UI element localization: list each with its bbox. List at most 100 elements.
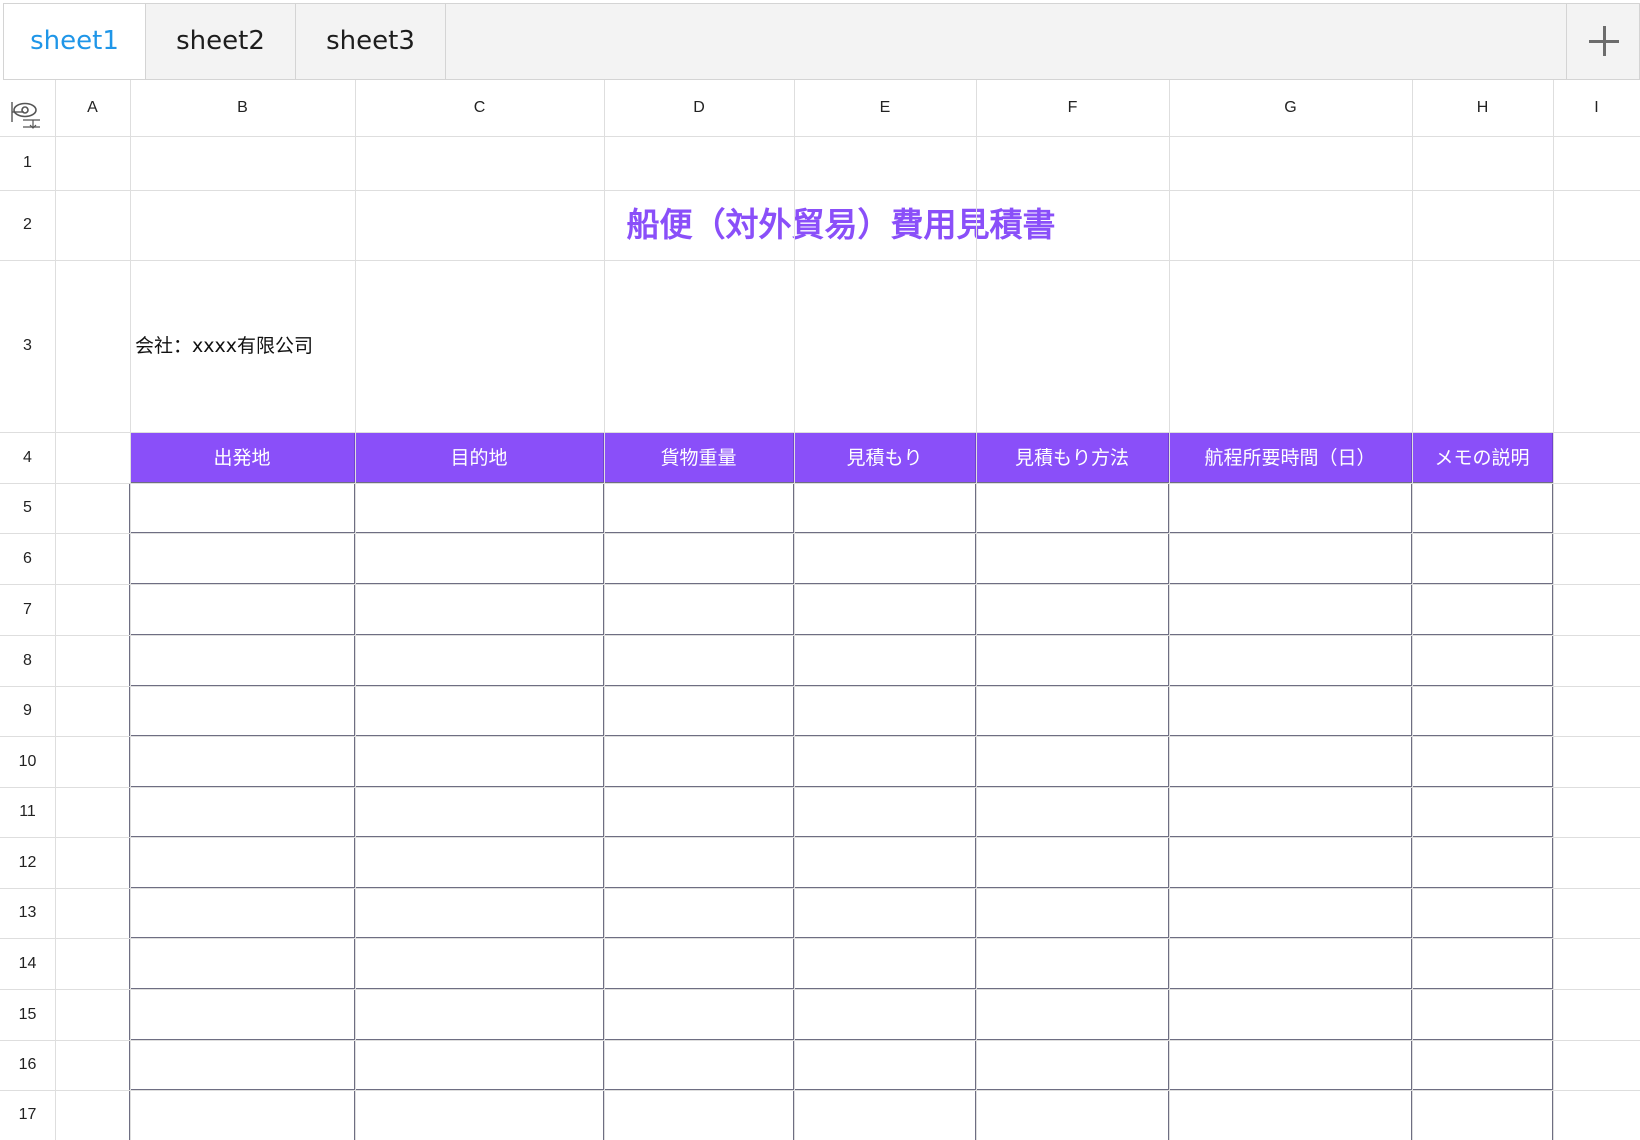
table-header-cell[interactable]: 出発地 xyxy=(130,433,355,483)
table-cell[interactable] xyxy=(1412,787,1553,837)
row-header-1[interactable]: 1 xyxy=(0,136,55,190)
table-cell[interactable] xyxy=(130,483,355,533)
row-header-6[interactable]: 6 xyxy=(0,533,55,584)
table-header-cell[interactable]: 見積もり xyxy=(794,433,976,483)
table-cell[interactable] xyxy=(355,736,604,787)
table-header-cell[interactable]: 航程所要時間（日） xyxy=(1169,433,1412,483)
table-cell[interactable] xyxy=(355,686,604,736)
table-cell[interactable] xyxy=(1169,1040,1412,1090)
row-header-5[interactable]: 5 xyxy=(0,483,55,533)
row-header-15[interactable]: 15 xyxy=(0,989,55,1040)
table-cell[interactable] xyxy=(355,888,604,938)
column-header-d[interactable]: D xyxy=(604,80,794,136)
table-cell[interactable] xyxy=(1169,736,1412,787)
table-cell[interactable] xyxy=(976,888,1169,938)
row-header-8[interactable]: 8 xyxy=(0,635,55,686)
table-cell[interactable] xyxy=(130,635,355,686)
column-header-f[interactable]: F xyxy=(976,80,1169,136)
row-header-13[interactable]: 13 xyxy=(0,888,55,938)
table-cell[interactable] xyxy=(976,837,1169,888)
sheet-title[interactable]: 船便（対外貿易）費用見積書 xyxy=(130,190,1552,260)
table-cell[interactable] xyxy=(1169,787,1412,837)
table-cell[interactable] xyxy=(794,989,976,1040)
table-cell[interactable] xyxy=(1412,888,1553,938)
column-header-h[interactable]: H xyxy=(1412,80,1553,136)
table-cell[interactable] xyxy=(355,584,604,635)
table-cell[interactable] xyxy=(1169,584,1412,635)
table-cell[interactable] xyxy=(130,533,355,584)
row-header-9[interactable]: 9 xyxy=(0,686,55,736)
table-cell[interactable] xyxy=(355,1040,604,1090)
table-cell[interactable] xyxy=(1169,837,1412,888)
row-header-11[interactable]: 11 xyxy=(0,787,55,837)
table-cell[interactable] xyxy=(130,989,355,1040)
table-cell[interactable] xyxy=(794,938,976,989)
table-cell[interactable] xyxy=(794,888,976,938)
table-cell[interactable] xyxy=(1412,1040,1553,1090)
table-cell[interactable] xyxy=(130,837,355,888)
row-header-17[interactable]: 17 xyxy=(0,1090,55,1140)
column-header-e[interactable]: E xyxy=(794,80,976,136)
select-all-corner[interactable] xyxy=(0,80,55,136)
table-cell[interactable] xyxy=(794,686,976,736)
table-cell[interactable] xyxy=(794,1090,976,1140)
table-cell[interactable] xyxy=(1412,483,1553,533)
table-cell[interactable] xyxy=(355,989,604,1040)
table-cell[interactable] xyxy=(1169,533,1412,584)
table-cell[interactable] xyxy=(1412,686,1553,736)
table-cell[interactable] xyxy=(976,989,1169,1040)
table-cell[interactable] xyxy=(604,938,794,989)
table-cell[interactable] xyxy=(976,736,1169,787)
row-header-3[interactable]: 3 xyxy=(0,260,55,432)
table-cell[interactable] xyxy=(130,888,355,938)
table-cell[interactable] xyxy=(604,584,794,635)
table-header-cell[interactable]: 目的地 xyxy=(355,433,604,483)
table-cell[interactable] xyxy=(976,1090,1169,1140)
column-header-g[interactable]: G xyxy=(1169,80,1412,136)
company-cell[interactable]: 会社：xxxx有限公司 xyxy=(130,260,1552,432)
table-cell[interactable] xyxy=(130,938,355,989)
table-cell[interactable] xyxy=(794,584,976,635)
table-cell[interactable] xyxy=(130,686,355,736)
table-cell[interactable] xyxy=(1169,483,1412,533)
table-cell[interactable] xyxy=(355,938,604,989)
table-cell[interactable] xyxy=(794,837,976,888)
row-header-14[interactable]: 14 xyxy=(0,938,55,989)
table-cell[interactable] xyxy=(604,635,794,686)
tab-sheet2[interactable]: sheet2 xyxy=(146,4,296,79)
column-header-a[interactable]: A xyxy=(55,80,130,136)
table-cell[interactable] xyxy=(1169,938,1412,989)
table-cell[interactable] xyxy=(976,938,1169,989)
row-header-2[interactable]: 2 xyxy=(0,190,55,260)
table-cell[interactable] xyxy=(976,635,1169,686)
table-cell[interactable] xyxy=(130,1040,355,1090)
table-cell[interactable] xyxy=(355,483,604,533)
table-cell[interactable] xyxy=(355,1090,604,1140)
table-cell[interactable] xyxy=(1412,736,1553,787)
table-cell[interactable] xyxy=(604,483,794,533)
table-cell[interactable] xyxy=(1169,888,1412,938)
tab-sheet1[interactable]: sheet1 xyxy=(4,4,146,79)
table-cell[interactable] xyxy=(794,787,976,837)
table-cell[interactable] xyxy=(794,635,976,686)
table-cell[interactable] xyxy=(976,787,1169,837)
table-cell[interactable] xyxy=(604,533,794,584)
table-cell[interactable] xyxy=(794,533,976,584)
table-cell[interactable] xyxy=(794,483,976,533)
table-cell[interactable] xyxy=(976,686,1169,736)
table-cell[interactable] xyxy=(1412,938,1553,989)
table-cell[interactable] xyxy=(1412,989,1553,1040)
table-cell[interactable] xyxy=(355,837,604,888)
table-cell[interactable] xyxy=(976,1040,1169,1090)
table-cell[interactable] xyxy=(130,736,355,787)
table-cell[interactable] xyxy=(1412,533,1553,584)
table-cell[interactable] xyxy=(130,787,355,837)
table-cell[interactable] xyxy=(794,1040,976,1090)
table-header-cell[interactable]: メモの説明 xyxy=(1412,433,1553,483)
row-header-7[interactable]: 7 xyxy=(0,584,55,635)
column-header-i[interactable]: I xyxy=(1553,80,1640,136)
table-header-cell[interactable]: 貨物重量 xyxy=(604,433,794,483)
table-cell[interactable] xyxy=(355,533,604,584)
table-cell[interactable] xyxy=(355,787,604,837)
table-cell[interactable] xyxy=(976,584,1169,635)
